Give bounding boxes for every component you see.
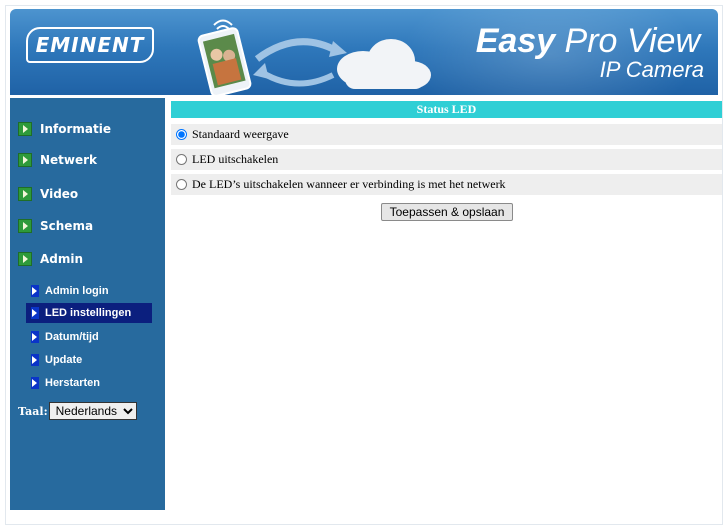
option-row-led-uit[interactable]: LED uitschakelen <box>171 149 722 170</box>
submenu-item-led-instellingen[interactable]: LED instellingen <box>26 303 152 323</box>
menu-item-label: Informatie <box>40 122 111 136</box>
menu-item-label: Video <box>40 187 79 201</box>
submenu-item-update[interactable]: Update <box>26 350 152 370</box>
submenu-item-label: Datum/tijd <box>45 331 99 343</box>
menu-item-video[interactable]: Video <box>18 183 78 205</box>
play-arrow-icon <box>18 187 32 201</box>
option-row-led-netwerk[interactable]: De LED’s uitschakelen wanneer er verbind… <box>171 174 722 195</box>
play-arrow-icon <box>18 122 32 136</box>
menu-item-label: Netwerk <box>40 153 98 167</box>
blue-arrow-icon <box>31 307 39 319</box>
menu-item-label: Admin <box>40 252 84 266</box>
submenu-item-label: LED instellingen <box>45 307 132 319</box>
option-label: LED uitschakelen <box>192 152 279 166</box>
language-label: Taal: <box>18 404 48 418</box>
blue-arrow-icon <box>31 331 39 343</box>
radio-standaard[interactable] <box>176 129 187 140</box>
brand-subtitle: IP Camera <box>599 57 704 82</box>
submenu-item-label: Admin login <box>45 285 109 297</box>
blue-arrow-icon <box>31 285 39 297</box>
blue-arrow-icon <box>31 354 39 366</box>
blue-arrow-icon <box>31 377 39 389</box>
option-row-standaard[interactable]: Standaard weergave <box>171 124 722 145</box>
play-arrow-icon <box>18 153 32 167</box>
submenu-item-label: Update <box>45 354 83 366</box>
play-arrow-icon <box>18 219 32 233</box>
header-banner: EMINENT Easy Pro View IP Camera <box>10 9 718 95</box>
section-title: Status LED <box>171 101 722 118</box>
brand-title: Easy Pro View <box>476 23 700 59</box>
brand-title-bold: Easy <box>475 22 556 60</box>
radio-led-netwerk[interactable] <box>176 179 187 190</box>
apply-save-button[interactable]: Toepassen & opslaan <box>381 203 513 221</box>
language-select[interactable]: Nederlands <box>48 402 137 420</box>
submenu-item-herstarten[interactable]: Herstarten <box>26 373 152 393</box>
menu-item-netwerk[interactable]: Netwerk <box>18 149 97 171</box>
menu-item-label: Schema <box>40 219 94 233</box>
brand-title-light: Pro View <box>555 22 700 60</box>
eminent-logo: EMINENT <box>26 27 154 63</box>
radio-led-uit[interactable] <box>176 154 187 165</box>
menu-item-admin[interactable]: Admin <box>18 248 83 270</box>
submenu-item-datum-tijd[interactable]: Datum/tijd <box>26 327 152 347</box>
option-label: De LED’s uitschakelen wanneer er verbind… <box>192 177 506 191</box>
play-arrow-icon <box>18 252 32 266</box>
submenu-item-admin-login[interactable]: Admin login <box>26 281 152 301</box>
phone-cloud-illustration <box>197 19 431 95</box>
language-selector: Taal: Nederlands <box>18 402 137 420</box>
menu-item-informatie[interactable]: Informatie <box>18 118 111 140</box>
sidebar: Informatie Netwerk Video Schema Admin Ad… <box>10 98 165 510</box>
option-label: Standaard weergave <box>192 127 289 141</box>
submenu-item-label: Herstarten <box>45 377 101 389</box>
menu-item-schema[interactable]: Schema <box>18 215 93 237</box>
